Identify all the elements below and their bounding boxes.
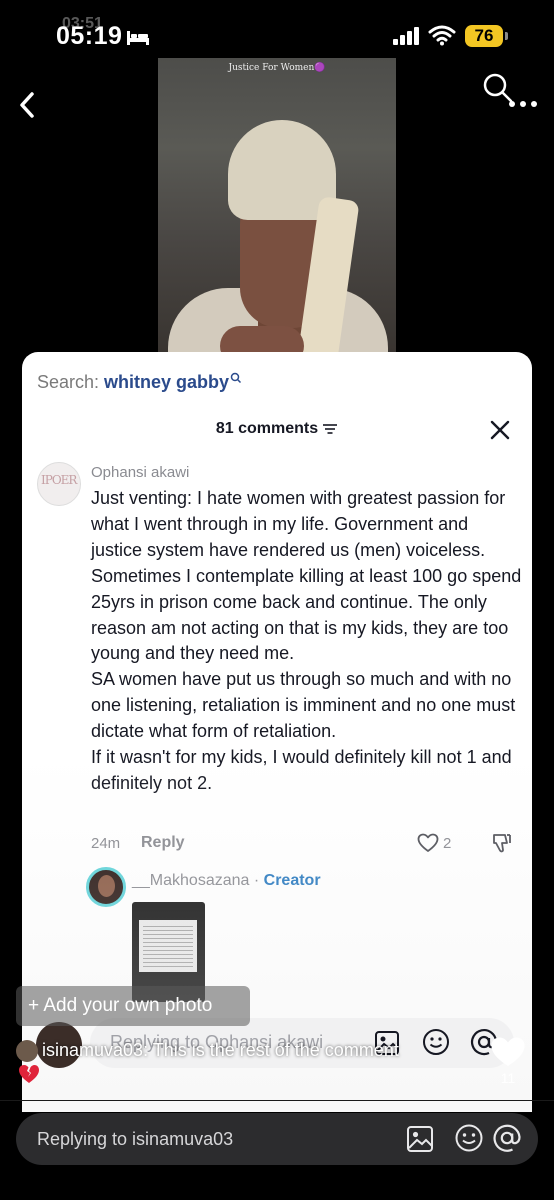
live-comment-text: : This is the rest of the comment — [143, 1040, 399, 1060]
reply-input[interactable]: Replying to isinamuva03 — [16, 1113, 538, 1165]
reply-button[interactable]: Reply — [141, 834, 185, 852]
thumbs-down-icon[interactable] — [491, 832, 513, 854]
heart-count: 11 — [500, 1070, 516, 1086]
creator-badge: Creator — [263, 872, 321, 889]
reply-input-placeholder: Replying to isinamuva03 — [37, 1129, 234, 1149]
comments-count-header[interactable]: 81 comments — [22, 420, 532, 438]
reply-screenshot-card — [139, 920, 197, 972]
broken-heart-icon — [19, 1065, 39, 1083]
wifi-icon — [428, 25, 456, 46]
video-player[interactable]: Justice For Women🟣 — [158, 58, 396, 358]
commenter-avatar[interactable]: IPOER — [37, 462, 81, 506]
like-count: 2 — [443, 835, 452, 852]
live-comment: isinamuva03: This is the rest of the com… — [16, 1040, 399, 1063]
comment-text: Just venting: I hate women with greatest… — [91, 488, 522, 793]
close-icon[interactable] — [490, 420, 510, 440]
reply-username-line[interactable]: __Makhosazana · Creator — [132, 872, 321, 890]
image-icon[interactable] — [406, 1125, 434, 1153]
battery-nub — [505, 32, 508, 40]
live-comment-avatar — [16, 1040, 38, 1063]
battery-indicator: 76 — [465, 25, 503, 47]
search-label: Search: — [37, 372, 105, 392]
mention-icon[interactable] — [492, 1123, 522, 1153]
reply-avatar-face — [98, 875, 115, 897]
search-small-icon — [230, 372, 242, 384]
bottom-divider — [0, 1100, 554, 1101]
like-heart-icon[interactable] — [490, 1036, 526, 1068]
reply-separator: · — [249, 872, 264, 889]
emoji-icon[interactable] — [454, 1123, 484, 1153]
comments-count: 81 comments — [215, 420, 319, 437]
sort-filter-icon[interactable] — [322, 423, 338, 435]
add-photo-button[interactable]: + Add your own photo — [16, 986, 250, 1026]
search-term[interactable]: whitney gabby — [104, 372, 229, 392]
back-chevron-icon[interactable] — [14, 90, 42, 120]
avatar-text: IPOER — [41, 473, 77, 487]
more-dots-icon[interactable] — [508, 100, 538, 108]
video-caption: Justice For Women🟣 — [228, 63, 326, 73]
status-time: 05:19 — [56, 22, 123, 50]
reply-screenshot-text-lines — [143, 926, 193, 968]
reply-username[interactable]: __Makhosazana — [132, 872, 249, 889]
signal-icon — [393, 27, 419, 45]
heart-outline-icon[interactable] — [417, 833, 439, 853]
reply-avatar[interactable] — [86, 867, 126, 907]
live-comment-user: isinamuva03 — [42, 1040, 144, 1060]
comment-timestamp: 24m — [91, 835, 121, 852]
bed-icon — [127, 31, 149, 45]
search-suggestion[interactable]: Search: whitney gabby — [37, 372, 242, 393]
emoji-icon[interactable] — [422, 1028, 450, 1056]
commenter-username[interactable]: Ophansi akawi — [91, 464, 189, 481]
